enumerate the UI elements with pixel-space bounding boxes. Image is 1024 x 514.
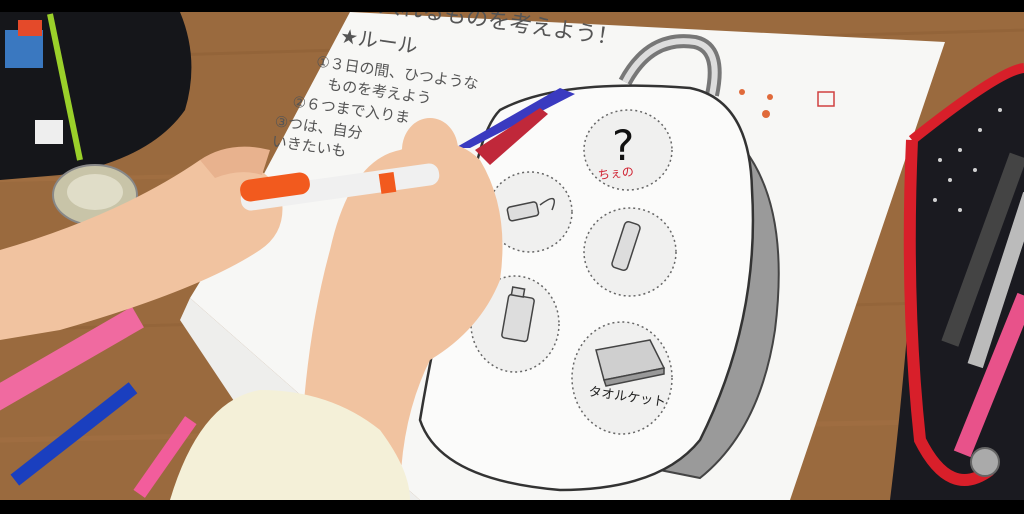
question-mark: ? <box>612 121 634 170</box>
classroom-photo: 入れるものを考えよう！ ★ルール ①３日の間、ひつような ものを考えよう ②６つ… <box>0 0 1024 514</box>
